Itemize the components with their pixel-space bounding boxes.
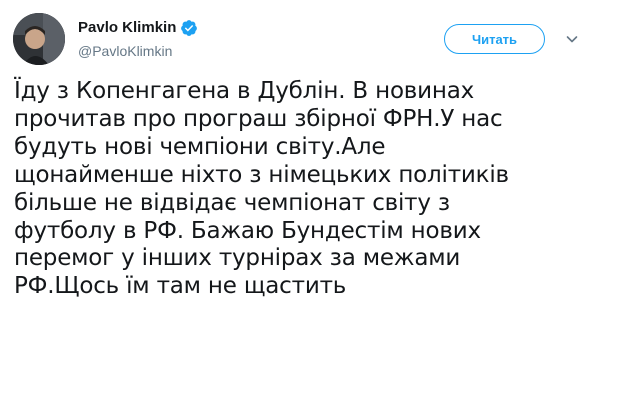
tweet-text-line: прочитав про програш збірної ФРН.У нас: [14, 105, 503, 132]
tweet-card: Pavlo Klimkin @PavloKlimkin Читать Їду з…: [0, 0, 640, 400]
name-row: Pavlo Klimkin: [78, 18, 198, 38]
author-info: Pavlo Klimkin @PavloKlimkin: [78, 18, 198, 61]
follow-button[interactable]: Читать: [444, 24, 545, 54]
tweet-text-line: РФ.Щось їм там не щастить: [14, 273, 347, 300]
avatar[interactable]: [13, 13, 65, 65]
tweet-text-line: будуть нові чемпіони світу.Але: [14, 133, 386, 160]
tweet-text-line: Їду з Копенгагена в Дублін. В новинах: [14, 78, 475, 104]
tweet-text-line: більше не відвідає чемпіонат світу з: [14, 189, 450, 216]
tweet-text-line: перемог у інших турнірах за межами: [14, 245, 461, 272]
verified-badge-icon: [180, 19, 198, 37]
handle[interactable]: @PavloKlimkin: [78, 41, 198, 61]
tweet-text-line: футболу в РФ. Бажаю Бундестім нових: [14, 217, 481, 244]
display-name[interactable]: Pavlo Klimkin: [78, 18, 176, 38]
tweet-text-line: щонайменше ніхто з німецьких політиків: [14, 161, 509, 188]
profile-photo-icon: [13, 13, 65, 65]
chevron-down-icon[interactable]: [564, 31, 580, 47]
tweet-text: Їду з Копенгагена в Дублін. В новинах пр…: [14, 78, 614, 301]
